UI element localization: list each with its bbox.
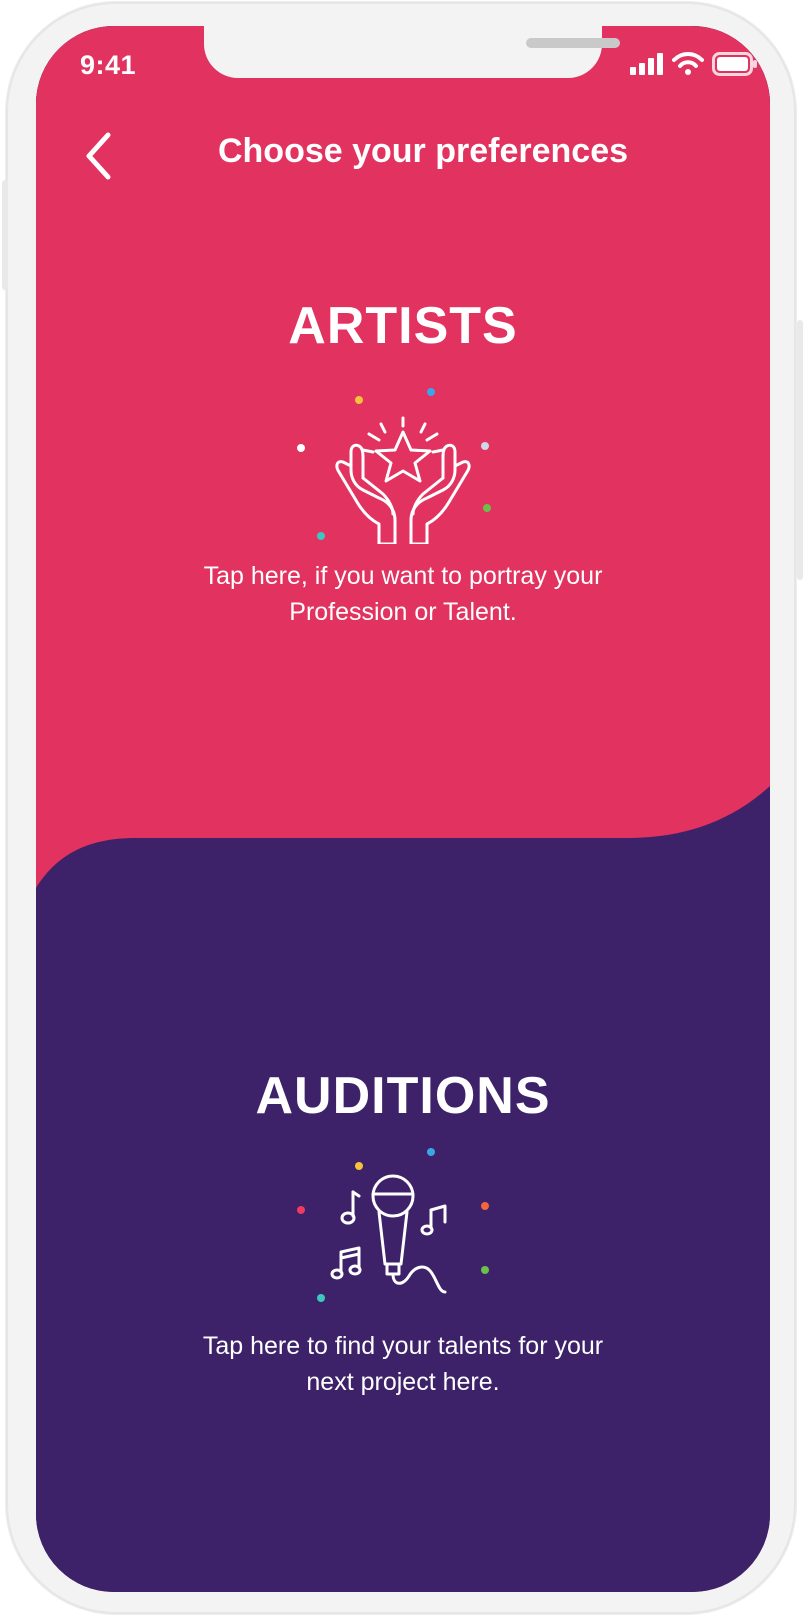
option-title: ARTISTS bbox=[288, 297, 518, 355]
status-icons bbox=[630, 52, 758, 76]
microphone-music-icon bbox=[297, 1148, 489, 1302]
page-title: Choose your preferences bbox=[217, 132, 629, 170]
status-time: 9:41 bbox=[80, 50, 137, 80]
battery-icon bbox=[712, 52, 757, 76]
phone-side-button bbox=[797, 320, 803, 580]
wifi-icon bbox=[672, 52, 704, 75]
option-description: Tap here to find your talents for your n… bbox=[202, 1332, 604, 1396]
app-screen: 9:41 Choose your preferences ARTISTS Tap… bbox=[36, 26, 770, 1592]
option-description: Tap here, if you want to portray your Pr… bbox=[203, 562, 603, 626]
option-title: AUDITIONS bbox=[255, 1067, 551, 1125]
artists-option[interactable]: ARTISTS Tap here, if you want to portray… bbox=[36, 296, 770, 826]
hands-star-icon bbox=[297, 388, 491, 544]
speaker-grille bbox=[526, 38, 620, 48]
signal-icon bbox=[630, 53, 663, 75]
phone-notch bbox=[204, 26, 620, 78]
auditions-option[interactable]: AUDITIONS Tap here to find your talents … bbox=[36, 1066, 770, 1486]
phone-side-button bbox=[2, 180, 8, 290]
